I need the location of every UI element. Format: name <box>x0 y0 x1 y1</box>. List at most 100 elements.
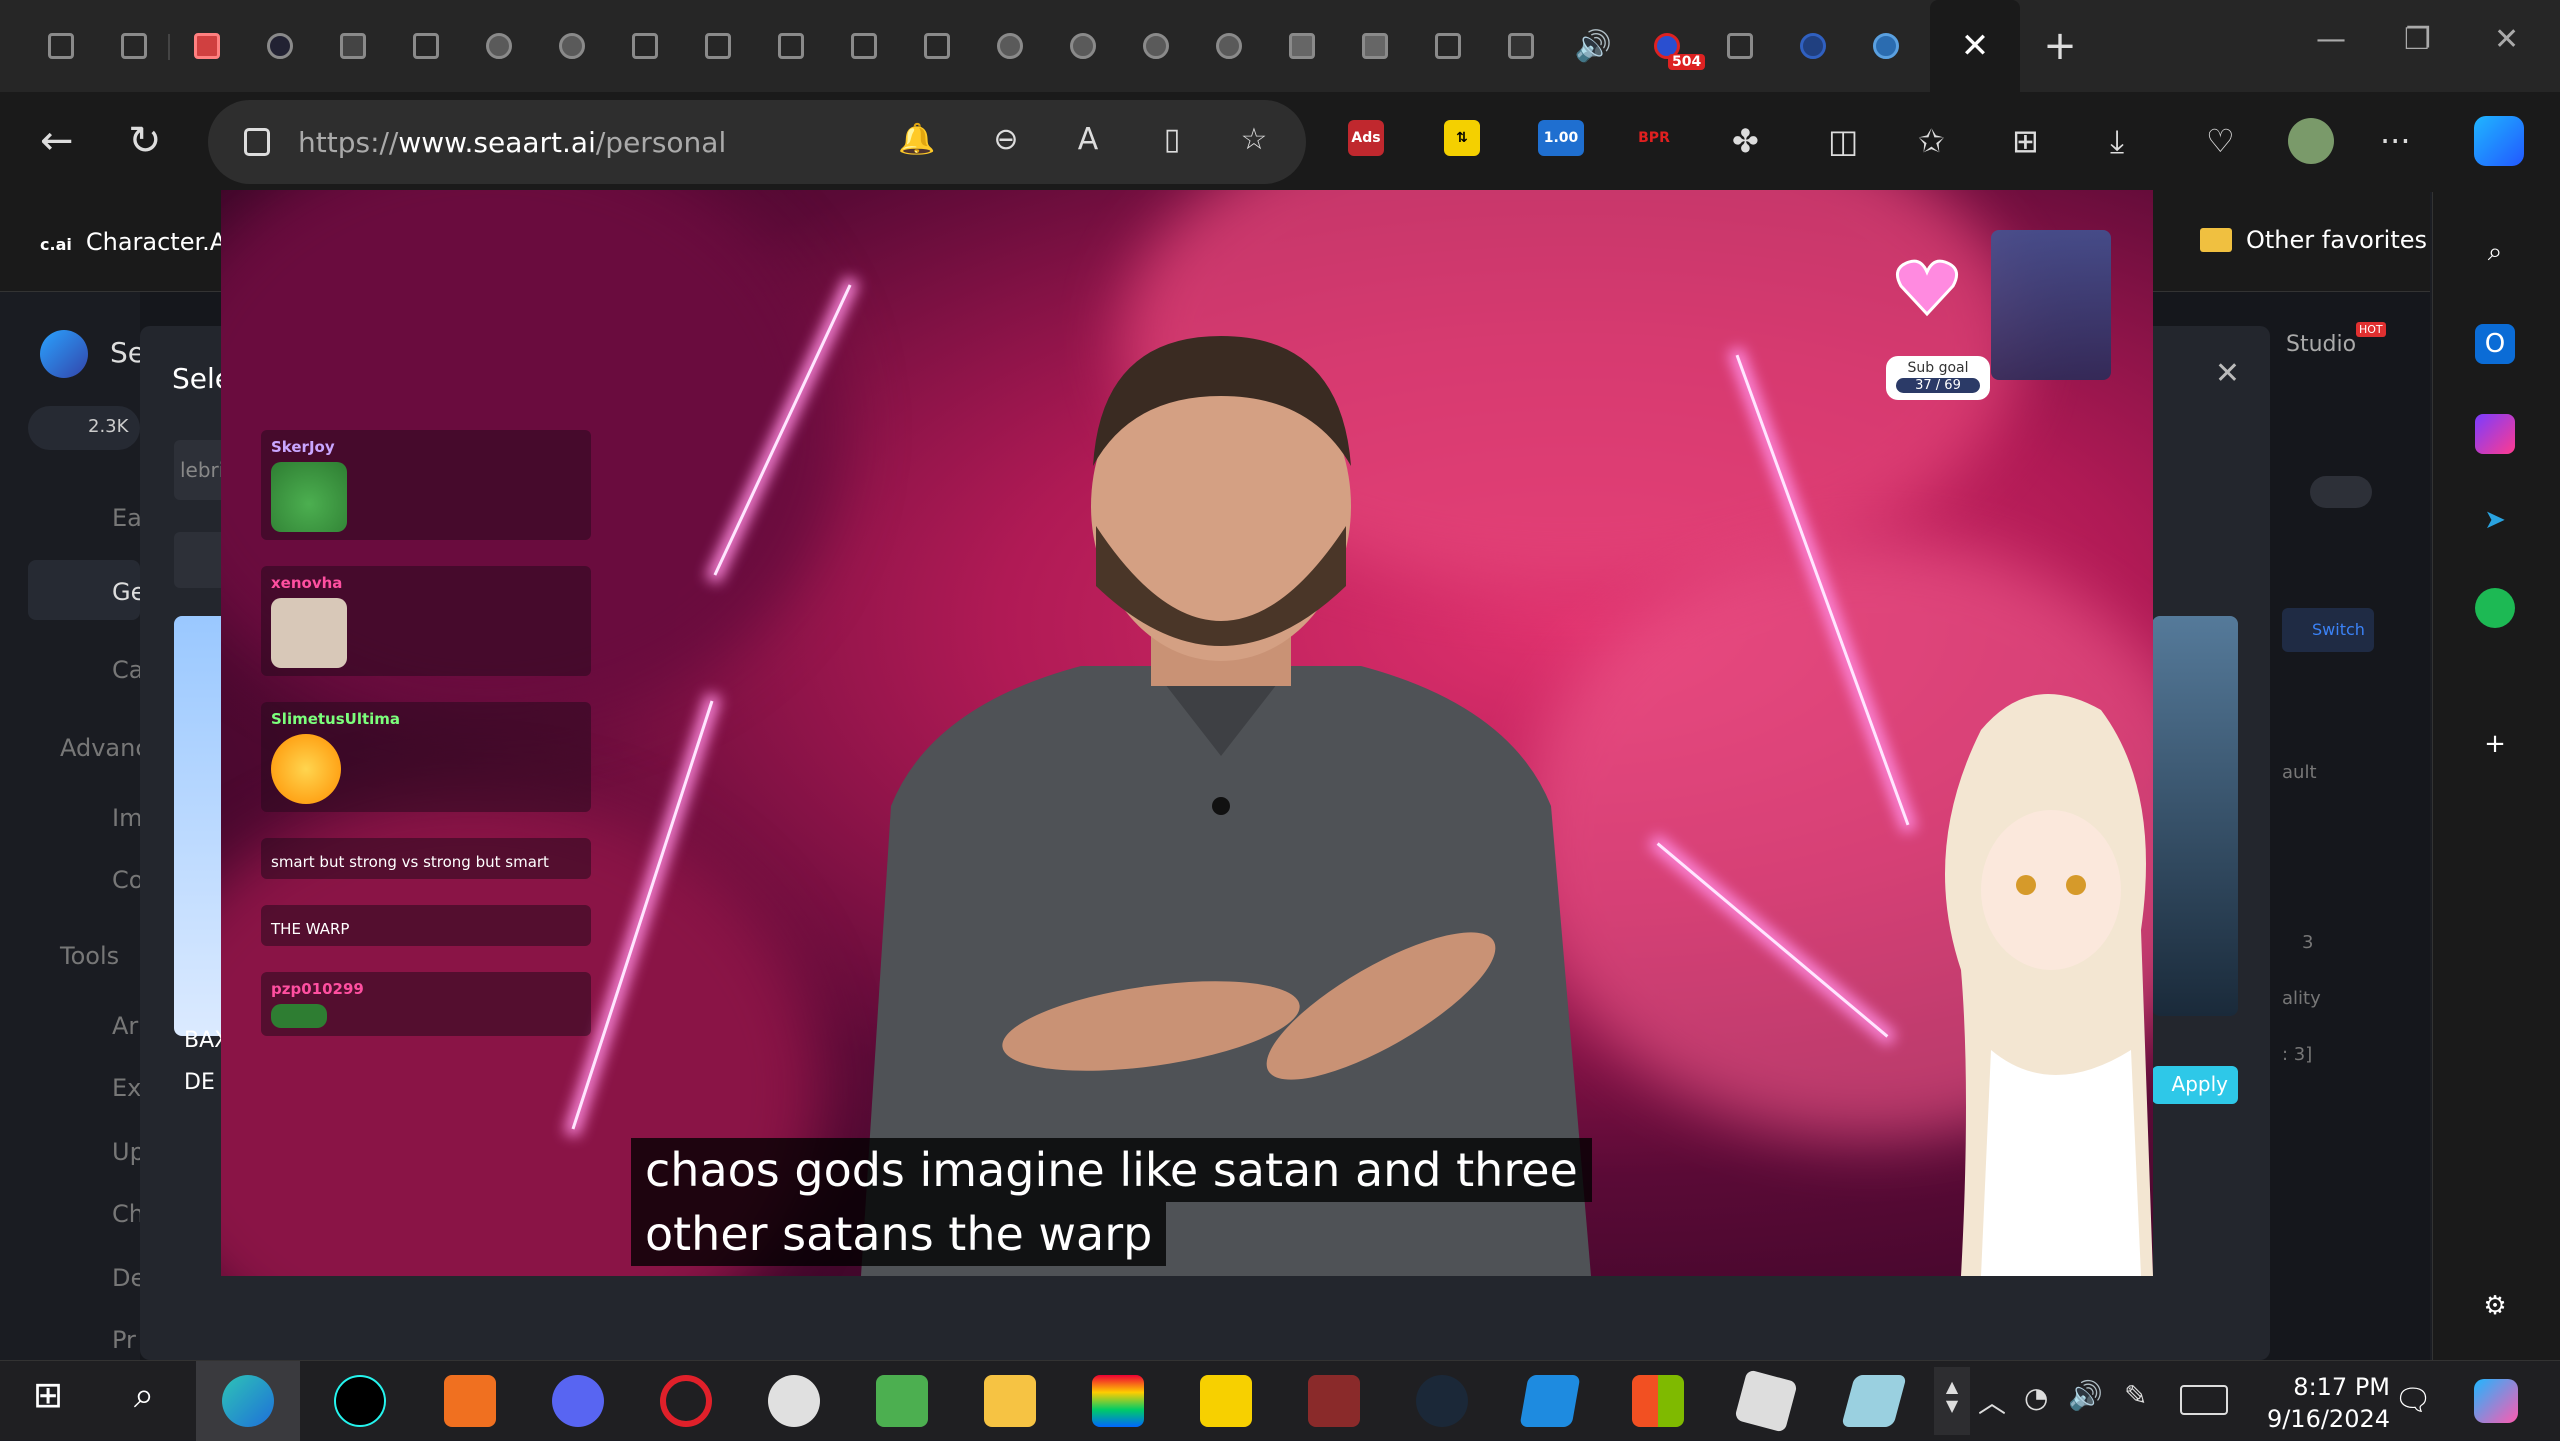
edge-icon[interactable] <box>222 1375 274 1427</box>
extensions-icon[interactable]: ✤ <box>1732 122 1759 160</box>
lock-icon[interactable] <box>244 128 270 156</box>
app-icon-blue[interactable] <box>1519 1375 1581 1427</box>
tab-seaart[interactable] <box>1849 16 1922 76</box>
tiktok-icon[interactable] <box>334 1375 386 1427</box>
tab-dark[interactable] <box>243 16 316 76</box>
read-aloud-icon[interactable]: A <box>1070 122 1106 158</box>
setting-partial-3[interactable]: : 3] <box>2282 1044 2312 1065</box>
outlook-icon[interactable]: O <box>2475 324 2515 364</box>
credits-badge[interactable]: 2.3K <box>28 406 140 450</box>
tab-page-8[interactable] <box>1703 16 1776 76</box>
tab-openai-5[interactable] <box>1119 16 1192 76</box>
address-bar[interactable]: https://www.seaart.ai/personal 🔔 ⊖ A ▯ ☆ <box>208 100 1306 184</box>
bell-icon[interactable]: 🔔 <box>898 122 935 158</box>
studio-link[interactable]: Studio <box>2286 332 2356 357</box>
keyboard-icon[interactable] <box>2180 1385 2228 1415</box>
favorite-character-ai[interactable]: c.ai Character.AI <box>40 228 233 256</box>
nav-item-0[interactable]: Ea <box>112 504 142 532</box>
bluestacks-icon[interactable] <box>1092 1375 1144 1427</box>
bpr-extension-icon[interactable]: BPR <box>1636 120 1672 156</box>
switch-button[interactable]: Switch <box>2282 608 2374 652</box>
taskbar-scroll[interactable]: ▲ ▼ <box>1934 1367 1970 1435</box>
pen-icon[interactable]: ✎ <box>2124 1379 2147 1412</box>
search-icon[interactable]: ⌕ <box>118 1375 170 1427</box>
favorite-star-icon[interactable]: ☆ <box>1236 122 1272 158</box>
setting-partial-0[interactable]: ault <box>2282 762 2317 783</box>
paint-icon[interactable] <box>768 1375 820 1427</box>
notifications-icon[interactable]: 🗨 <box>2394 1383 2432 1418</box>
close-tab-icon[interactable]: ✕ <box>1961 29 1990 63</box>
tray-chevron-icon[interactable]: ︿ <box>1978 1381 2006 1421</box>
add-sidebar-app-icon[interactable]: + <box>2475 724 2515 764</box>
tab-page-6[interactable] <box>900 16 973 76</box>
tab-game-2[interactable] <box>1338 16 1411 76</box>
modal-close-icon[interactable]: ✕ <box>2215 356 2240 391</box>
discord-icon[interactable] <box>552 1375 604 1427</box>
favorites-icon[interactable]: ✩ <box>1918 122 1945 160</box>
tab-page-1[interactable] <box>389 16 462 76</box>
tab-actions-icon[interactable] <box>97 16 170 76</box>
roblox-studio-icon[interactable] <box>1841 1375 1907 1427</box>
telegram-icon[interactable]: ➤ <box>2475 500 2515 540</box>
more-options-icon[interactable]: ··· <box>2380 122 2411 160</box>
tab-openai-2[interactable] <box>535 16 608 76</box>
counter-extension-icon[interactable]: 1.00 <box>1538 120 1584 156</box>
tab-page-5[interactable] <box>827 16 900 76</box>
microsoft-store-icon[interactable] <box>1632 1375 1684 1427</box>
designer-icon[interactable] <box>2475 414 2515 454</box>
collections-icon[interactable]: ⊞ <box>2012 122 2039 160</box>
tab-openai-6[interactable] <box>1192 16 1265 76</box>
tab-notes[interactable] <box>170 16 243 76</box>
minimize-icon[interactable]: — <box>2316 22 2346 57</box>
restore-icon[interactable]: ❐ <box>2404 22 2431 57</box>
sidebar-search-icon[interactable]: ⌕ <box>2475 232 2515 272</box>
tab-badged[interactable]: 504 <box>1630 16 1706 76</box>
file-explorer-icon[interactable] <box>984 1375 1036 1427</box>
window-close-icon[interactable]: ✕ <box>2494 22 2519 57</box>
tab-openai-4[interactable] <box>1046 16 1119 76</box>
notepad-icon[interactable] <box>876 1375 928 1427</box>
tab-page-7[interactable] <box>1411 16 1484 76</box>
opera-icon[interactable] <box>660 1375 712 1427</box>
tab-media[interactable] <box>1484 16 1557 76</box>
ad-extension-icon[interactable]: Ads <box>1348 120 1384 156</box>
other-favorites[interactable]: Other favorites <box>2200 226 2427 254</box>
volume-icon[interactable]: 🔊 <box>2068 1379 2103 1412</box>
sticky-notes-icon[interactable] <box>1200 1375 1252 1427</box>
tab-search[interactable] <box>1776 16 1849 76</box>
zoom-out-icon[interactable]: ⊖ <box>988 122 1024 158</box>
video-player[interactable]: Sub goal 37 / 69 SkerJoy xenovha Slimetu… <box>221 190 2153 1276</box>
start-button[interactable]: ⊞ <box>22 1375 74 1427</box>
roblox-icon[interactable] <box>1734 1369 1798 1433</box>
nav-item-8[interactable]: Ex <box>112 1074 141 1102</box>
nav-item-4[interactable]: Im <box>112 804 142 832</box>
apply-button[interactable]: Apply <box>2152 1066 2238 1104</box>
immersive-reader-icon[interactable]: ▯ <box>1154 122 1190 158</box>
new-tab-button[interactable]: + <box>2020 23 2100 69</box>
workspaces-icon[interactable] <box>24 16 97 76</box>
nav-item-5[interactable]: Co <box>112 866 143 894</box>
tab-page-3[interactable] <box>681 16 754 76</box>
refresh-icon[interactable]: ↻ <box>128 118 162 164</box>
tab-openai-1[interactable] <box>462 16 535 76</box>
tab-openai-3[interactable] <box>973 16 1046 76</box>
tab-page-2[interactable] <box>608 16 681 76</box>
tab-grid[interactable] <box>316 16 389 76</box>
tab-active[interactable]: ✕ <box>1930 0 2020 92</box>
tab-audio[interactable]: 🔊 <box>1557 16 1630 76</box>
model-card-image-right[interactable] <box>2152 616 2238 1016</box>
tab-game-1[interactable] <box>1265 16 1338 76</box>
setting-partial-1[interactable]: 3 <box>2302 932 2313 953</box>
toggle-switch[interactable] <box>2310 476 2372 508</box>
tab-page-4[interactable] <box>754 16 827 76</box>
spotify-icon[interactable] <box>2475 588 2515 628</box>
copilot-icon[interactable] <box>2474 116 2524 166</box>
nav-item-12[interactable]: Pr <box>112 1326 136 1354</box>
yellow-extension-icon[interactable]: ⇅ <box>1444 120 1480 156</box>
setting-partial-2[interactable]: ality <box>2282 988 2321 1009</box>
taskbar-clock[interactable]: 8:17 PM 9/16/2024 <box>2240 1371 2390 1435</box>
nav-item-7[interactable]: Ar <box>112 1012 138 1040</box>
back-icon[interactable]: ← <box>40 118 74 164</box>
split-screen-icon[interactable]: ◫ <box>1828 122 1858 160</box>
profile-avatar[interactable] <box>2288 118 2334 164</box>
